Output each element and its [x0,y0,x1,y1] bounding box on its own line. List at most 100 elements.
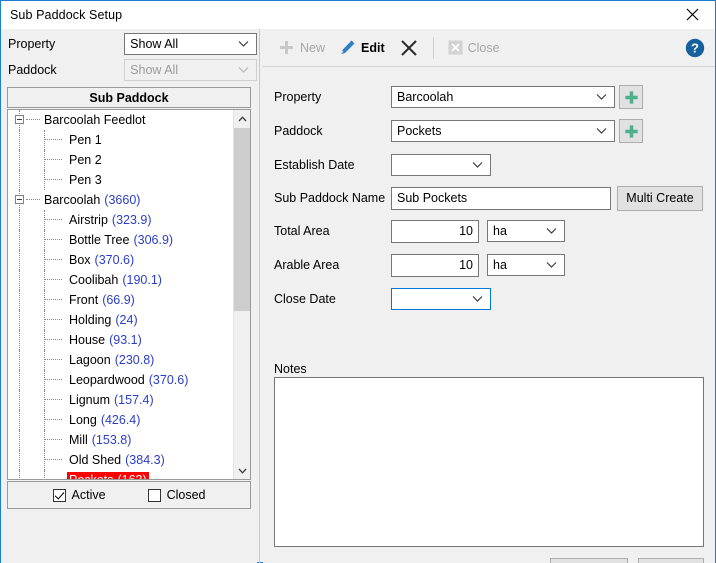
tree-item-area: (24) [115,313,138,327]
scroll-down-button[interactable] [234,462,250,479]
tree-guide-line [44,350,45,370]
tree-guide-line [19,450,20,470]
tree-item[interactable]: Coolibah (190.1) [8,270,234,290]
tree-item-text: Barcoolah (3660) [42,192,142,208]
notes-textarea[interactable] [274,377,704,547]
tree-item[interactable]: Pockets (163) [8,470,234,479]
checkbox-closed[interactable]: Closed [147,488,206,502]
checkbox-closed-label: Closed [166,488,206,502]
tree-guide-line [45,139,62,140]
arable-area-input[interactable]: 10 [391,253,479,277]
paddock-combobox[interactable]: Pockets [391,120,615,142]
tree-item[interactable]: Leopardwood (370.6) [8,370,234,390]
property-value: Barcoolah [397,90,454,104]
tree-item[interactable]: House (93.1) [8,330,234,350]
tree-guide-line [44,270,45,290]
property-combobox[interactable]: Barcoolah [391,86,615,108]
help-button[interactable]: ? [685,38,705,58]
add-paddock-button[interactable] [619,119,643,143]
tree-guide-line [44,310,45,330]
tree-guide-line [45,339,62,340]
form-row-arable-area: Arable Area 10 ha [263,253,715,277]
delete-button[interactable] [392,33,426,63]
tree-item[interactable]: Box (370.6) [8,250,234,270]
tree-scrollbar[interactable] [233,110,250,479]
tree-collapse-toggle[interactable] [15,115,24,124]
tree-item[interactable]: Lignum (157.4) [8,390,234,410]
edit-button[interactable]: Edit [332,33,392,63]
sub-paddock-setup-window: Sub Paddock Setup Property Show All Padd… [0,0,716,563]
multi-create-button[interactable]: Multi Create [617,185,703,211]
tree-collapse-toggle[interactable] [15,195,24,204]
tree-item-text: Pen 2 [67,152,104,168]
tree-item[interactable]: Pen 3 [8,170,234,190]
chevron-down-icon [238,41,249,47]
tree-item[interactable]: Pen 1 [8,130,234,150]
tree-item[interactable]: Holding (24) [8,310,234,330]
tree-item-label: Front [69,293,99,307]
tree-guide-line [44,130,45,150]
tree-item-area: (163) [117,473,146,479]
tree-item-label: Pen 1 [69,133,102,147]
checkbox-closed-box[interactable] [147,488,161,502]
tree-item[interactable]: Barcoolah (3660) [8,190,234,210]
sub-paddock-tree[interactable]: Barcoolah Feedlot Pen 1 Pen 2 Pen 3 Barcoola… [7,109,251,480]
tree-guide-line [19,430,20,450]
tree-item[interactable]: Barcoolah Feedlot [8,110,234,130]
total-area-value: 10 [459,224,473,238]
tree-item-area: (306.9) [133,233,174,247]
tree-item[interactable]: Bottle Tree (306.9) [8,230,234,250]
tree-item-area: (323.9) [111,213,152,227]
tree-item[interactable]: Long (426.4) [8,410,234,430]
establish-date-picker[interactable] [391,154,491,176]
tree-item[interactable]: Pen 2 [8,150,234,170]
tree-item-label: Barcoolah [44,193,101,207]
checkbox-active-box[interactable] [52,488,66,502]
tree-guide-line [19,130,20,150]
total-area-input[interactable]: 10 [391,219,479,243]
tree-item-area: (230.8) [114,353,155,367]
tree-item-text: House (93.1) [67,332,144,348]
filter-property-value: Show All [130,37,179,51]
plus-icon [280,41,293,54]
form-row-property: Property Barcoolah [263,85,715,109]
close-date-picker[interactable] [391,288,491,310]
sub-paddock-name-label: Sub Paddock Name [274,191,386,205]
chevron-down-icon [546,228,557,234]
total-area-unit-combobox[interactable]: ha [487,220,565,242]
cancel-button[interactable]: Cancel [638,558,704,563]
tree-item[interactable]: Front (66.9) [8,290,234,310]
plus-icon [624,124,638,138]
scroll-up-button[interactable] [234,110,250,127]
form-row-paddock: Paddock Pockets [263,119,715,143]
save-button[interactable]: Save [550,558,628,563]
scrollbar-thumb[interactable] [234,128,250,311]
filter-property-combobox[interactable]: Show All [124,33,257,55]
form-row-close-date: Close Date [263,287,715,311]
tree-guide-line [44,430,45,450]
tree-guide-line [44,410,45,430]
tree-guide-line [45,399,62,400]
form-row-sub-paddock-name: Sub Paddock Name Sub Pockets Multi Creat… [263,185,715,211]
tree-item[interactable]: Old Shed (384.3) [8,450,234,470]
filter-paddock-value: Show All [130,63,179,77]
tree-item-text: Old Shed (384.3) [67,452,167,468]
tree-item-label: Leopardwood [69,373,145,387]
checkbox-active[interactable]: Active [52,488,106,502]
tree-item-label: Holding [69,313,112,327]
tree-item-label: Barcoolah Feedlot [44,113,146,127]
tree-item-text: Pen 1 [67,132,104,148]
filter-paddock-combobox: Show All [124,59,257,81]
establish-date-label: Establish Date [274,158,355,172]
filter-row-property: Property Show All [1,33,257,55]
notes-label: Notes [274,362,307,376]
sub-paddock-name-input[interactable]: Sub Pockets [391,186,611,210]
tree-guide-line [19,150,20,170]
window-close-button[interactable] [670,1,715,28]
arable-area-unit-combobox[interactable]: ha [487,254,565,276]
tree-item[interactable]: Mill (153.8) [8,430,234,450]
arable-area-label: Arable Area [274,258,340,272]
tree-item[interactable]: Lagoon (230.8) [8,350,234,370]
tree-item[interactable]: Airstrip (323.9) [8,210,234,230]
add-property-button[interactable] [619,85,643,109]
